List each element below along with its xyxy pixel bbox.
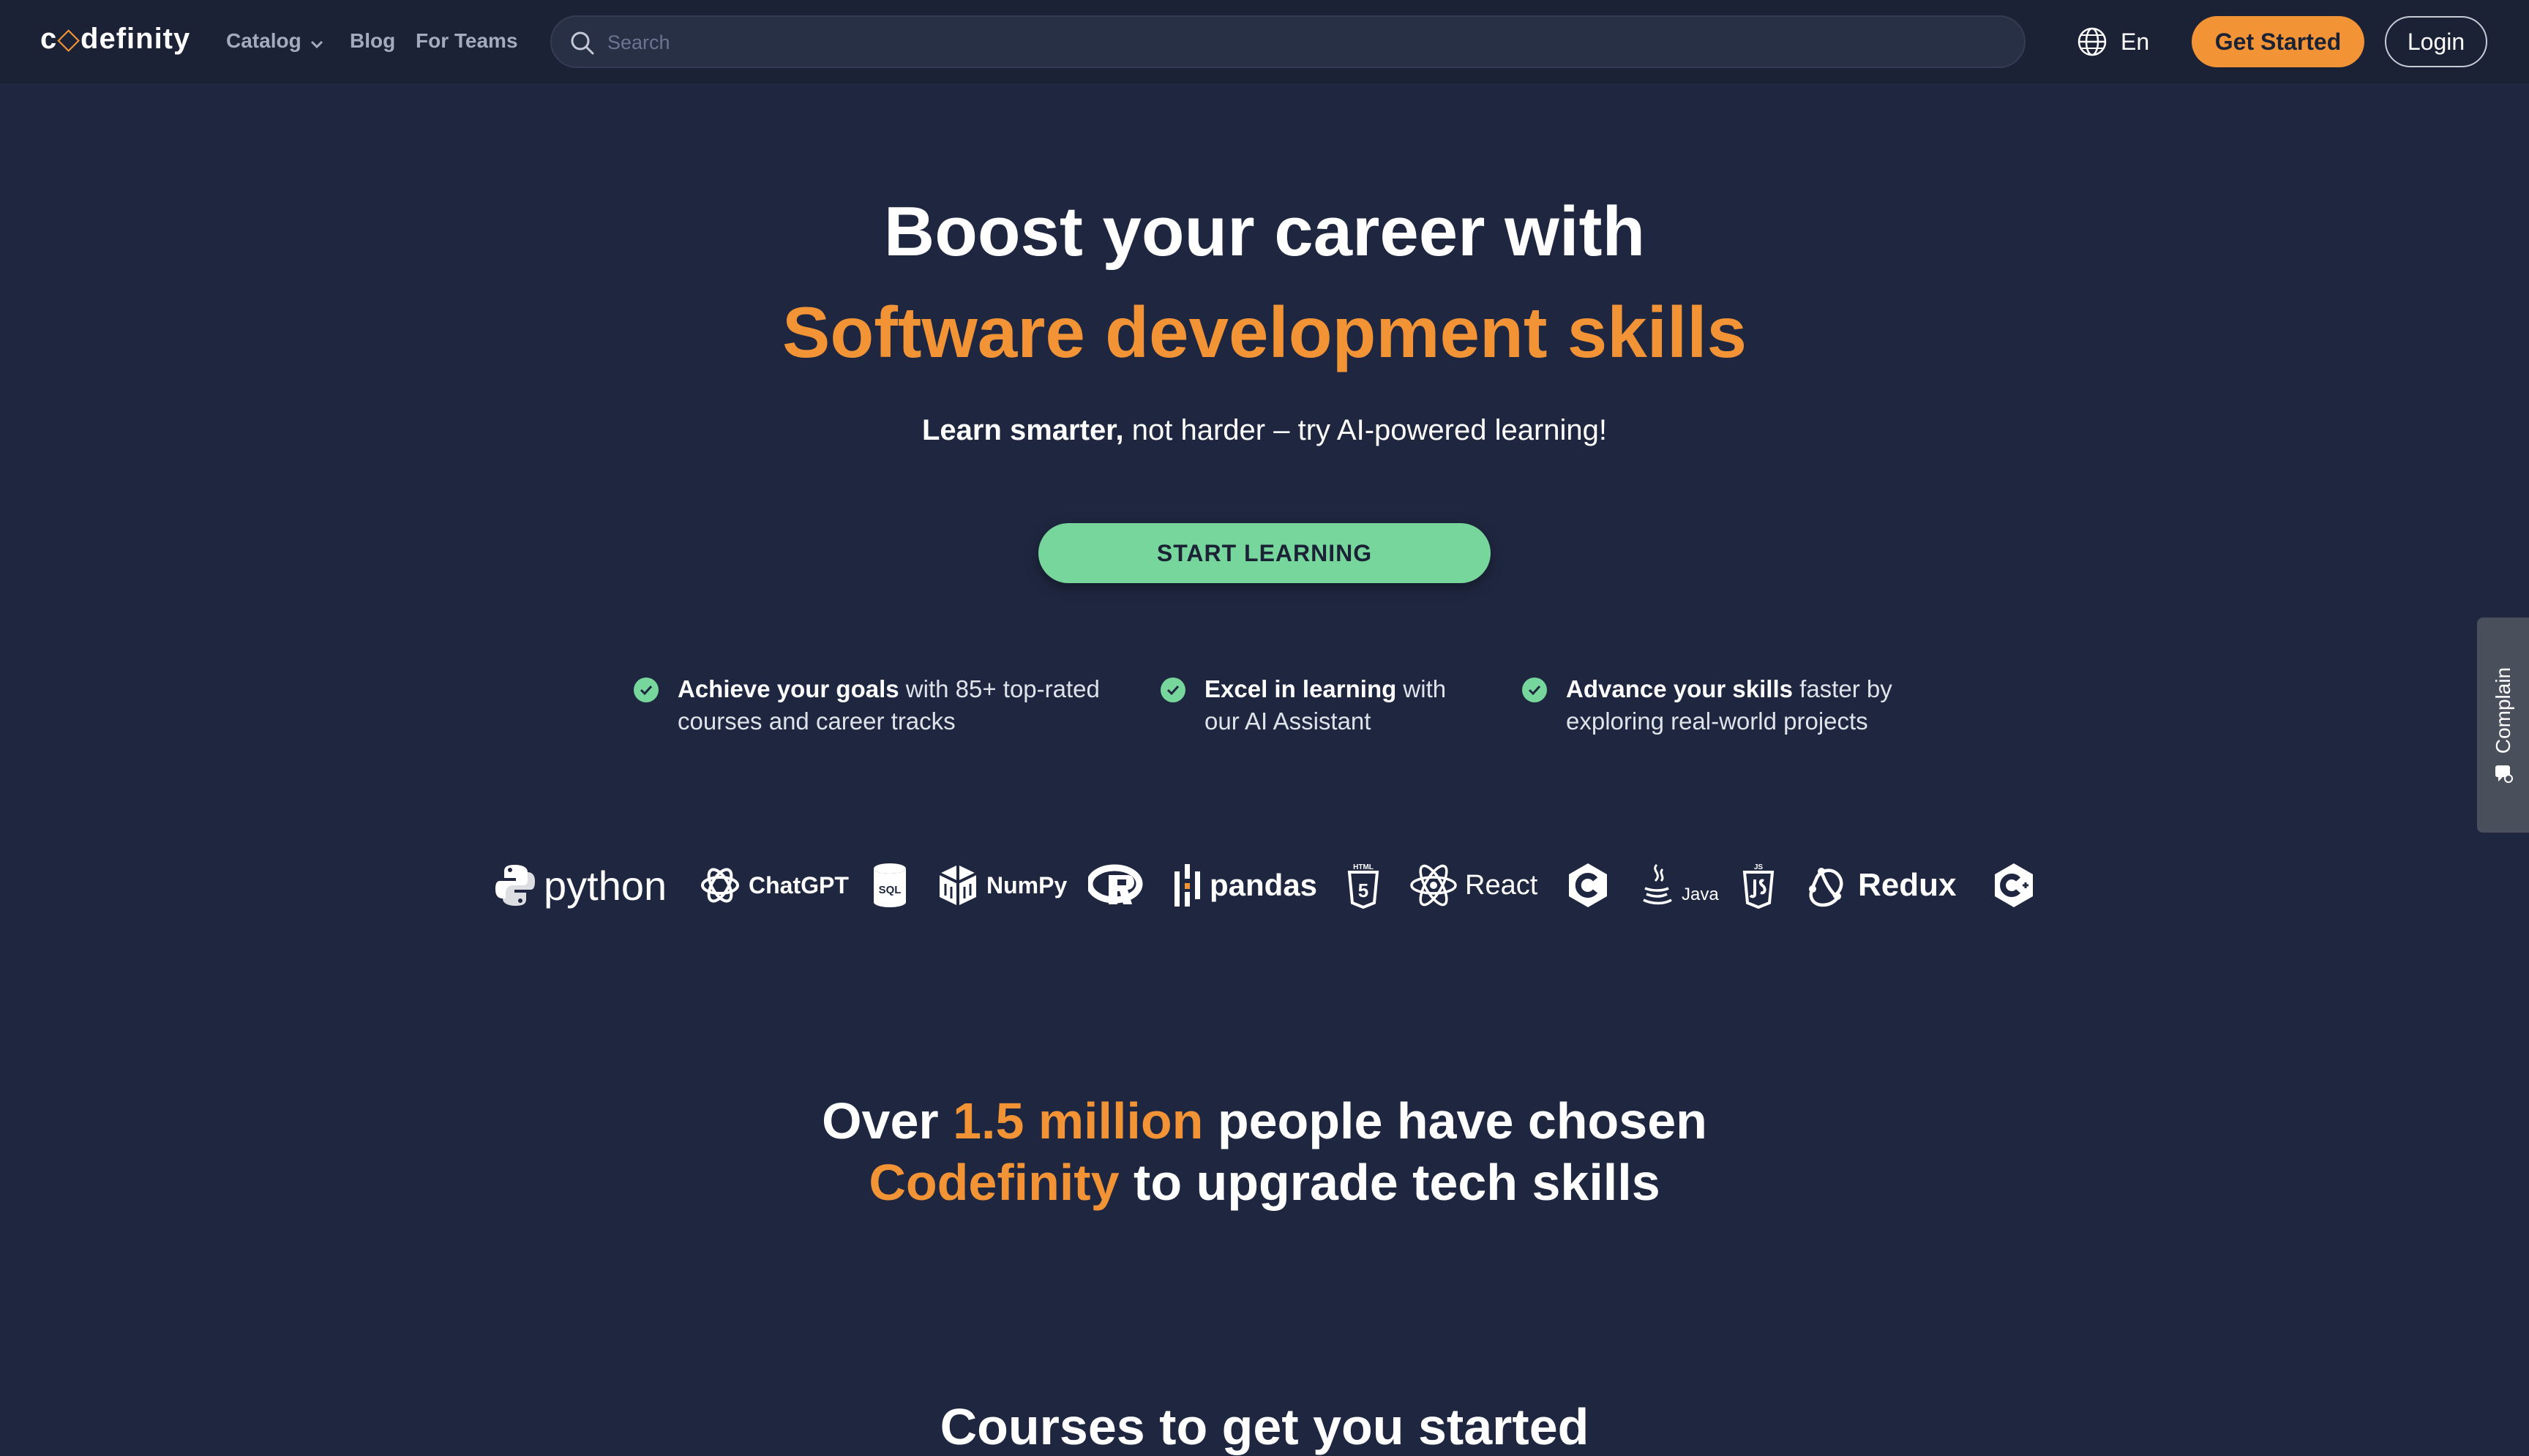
java-label: Java <box>1682 885 1719 904</box>
get-started-button[interactable]: Get Started <box>2192 16 2364 67</box>
check-icon <box>1522 678 1547 702</box>
java-logo: Java <box>1641 856 1719 915</box>
react-atom-icon <box>1409 863 1458 907</box>
feature-item-projects: Advance your skills faster by exploring r… <box>1522 673 1892 738</box>
pandas-bars-icon <box>1173 863 1202 908</box>
pandas-logo: pandas <box>1173 856 1317 915</box>
python-logo: python <box>494 856 667 915</box>
chatgpt-logo: ChatGPT <box>699 856 849 915</box>
hero-title-line2: Software development skills <box>782 292 1747 372</box>
c-hexagon-icon <box>1567 862 1608 909</box>
start-learning-button[interactable]: START LEARNING <box>1038 523 1491 583</box>
complain-tab[interactable]: Complain <box>2477 618 2529 833</box>
technology-logos-row: python ChatGPT SQL NumPy pandas HTML 5 Re… <box>0 856 2529 915</box>
react-logo: React <box>1409 856 1537 915</box>
pandas-label: pandas <box>1210 868 1318 902</box>
cplusplus-hexagon-icon <box>1993 862 2034 909</box>
javascript-logo: JS <box>1742 856 1775 915</box>
numpy-cube-icon <box>937 863 979 907</box>
svg-text:SQL: SQL <box>879 884 902 896</box>
nav-catalog[interactable]: Catalog <box>226 29 323 54</box>
python-icon <box>494 863 536 907</box>
r-language-icon <box>1088 863 1144 907</box>
html-logo: HTML 5 <box>1346 856 1380 915</box>
codefinity-logo[interactable]: c◇definity <box>40 22 190 56</box>
check-icon <box>1161 678 1185 702</box>
redux-logo: Redux <box>1802 856 1956 915</box>
js-shield-icon: JS <box>1742 862 1775 909</box>
feature-item-ai: Excel in learning with our AI Assistant <box>1161 673 1446 738</box>
search-bar[interactable] <box>550 15 2026 68</box>
search-input[interactable] <box>606 26 1999 59</box>
feature-item-goals: Achieve your goals with 85+ top-rated cou… <box>634 673 1100 738</box>
nav-catalog-label: Catalog <box>226 29 301 52</box>
logo-diamond-icon: ◇ <box>57 23 81 55</box>
redux-label: Redux <box>1858 867 1957 903</box>
react-label: React <box>1465 869 1538 901</box>
python-label: python <box>544 862 667 909</box>
svg-text:HTML: HTML <box>1353 863 1374 871</box>
language-label: En <box>2121 28 2150 55</box>
search-icon <box>571 31 594 55</box>
chatgpt-label: ChatGPT <box>749 871 849 898</box>
language-selector[interactable]: En <box>2077 24 2149 59</box>
sql-logo: SQL <box>872 856 907 915</box>
login-button[interactable]: Login <box>2385 16 2487 67</box>
c-sharp-logo <box>1567 856 1608 915</box>
top-navbar: c◇definity Catalog Blog For Teams En Get… <box>0 0 2529 83</box>
complain-label: Complain <box>2491 667 2514 754</box>
redux-icon <box>1802 863 1851 908</box>
svg-text:JS: JS <box>1754 863 1764 871</box>
nav-for-teams[interactable]: For Teams <box>416 29 518 53</box>
chevron-down-icon <box>310 31 323 54</box>
cplusplus-logo <box>1993 856 2034 915</box>
r-logo <box>1088 856 1144 915</box>
hero-title-line1: Boost your career with <box>883 192 1646 271</box>
hero-subtitle: Learn smarter, not harder – try AI-power… <box>921 414 1608 446</box>
html5-shield-icon: HTML 5 <box>1346 862 1380 909</box>
java-cup-icon <box>1641 862 1674 909</box>
numpy-label: NumPy <box>986 871 1068 898</box>
globe-icon <box>2077 27 2107 56</box>
nav-blog[interactable]: Blog <box>350 29 395 53</box>
feedback-icon <box>2494 764 2513 784</box>
openai-icon <box>699 864 741 907</box>
courses-section-heading: Courses to get you started <box>940 1398 1589 1455</box>
numpy-logo: NumPy <box>937 856 1067 915</box>
check-icon <box>634 678 659 702</box>
svg-text:5: 5 <box>1358 879 1368 901</box>
database-icon: SQL <box>872 863 907 908</box>
stats-heading: Over 1.5 million people have chosen Code… <box>822 1092 1707 1211</box>
